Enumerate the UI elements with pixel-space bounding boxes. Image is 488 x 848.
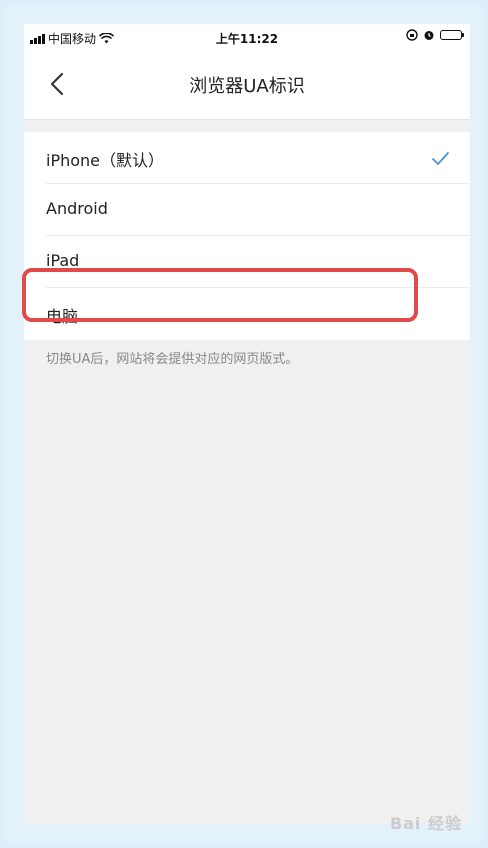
phone-screen: 中国移动 上午11:22 浏览器UA标识 iPhone（默认） Android … [24,24,470,824]
option-label: Android [46,199,108,218]
option-label: 电脑 [46,307,79,326]
status-bar: 中国移动 上午11:22 [24,24,470,50]
option-desktop[interactable]: 电脑 [24,288,470,340]
hint-text: 切换UA后，网站将会提供对应的网页版式。 [46,352,299,367]
status-time: 上午11:22 [215,32,279,46]
nav-bar: 浏览器UA标识 [24,50,470,120]
watermark-logo: Bai 经验 [389,814,462,833]
option-ipad[interactable]: iPad [24,236,470,288]
option-android[interactable]: Android [24,184,470,236]
option-label: iPad [46,251,80,270]
page-title: 浏览器UA标识 [189,76,305,97]
checkmark-icon [432,152,449,165]
alarm-icon [424,31,434,40]
option-iphone[interactable]: iPhone（默认） [24,132,470,184]
option-label: iPhone（默认） [46,151,165,170]
ua-option-list: iPhone（默认） Android iPad 电脑 [24,132,470,340]
orientation-lock-icon [406,29,418,41]
status-right [406,29,464,41]
battery-icon [440,30,464,40]
